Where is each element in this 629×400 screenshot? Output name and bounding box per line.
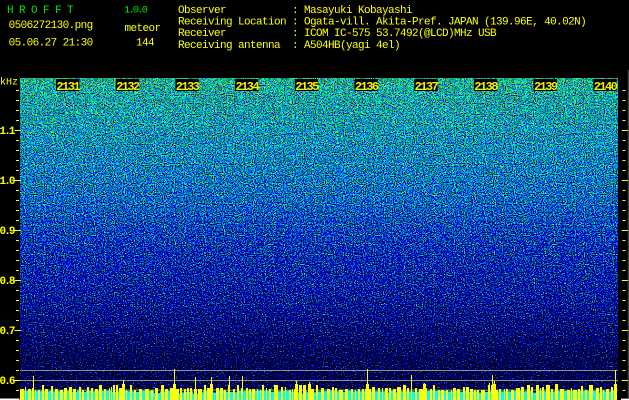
svg-text:0.7: 0.7	[0, 326, 15, 338]
svg-text:0.8: 0.8	[0, 276, 16, 288]
svg-text:1.1: 1.1	[0, 126, 16, 138]
svg-text:2136: 2136	[355, 80, 379, 94]
svg-text:0.6: 0.6	[0, 376, 15, 388]
svg-text:Receiving antenna : A504HB(ya: Receiving antenna : A504HB(yagi 4el)	[178, 40, 400, 52]
svg-text:HROFFT: HROFFT	[7, 5, 79, 17]
svg-text:meteor: meteor	[125, 23, 161, 35]
svg-text:1.0.0: 1.0.0	[124, 5, 148, 17]
svg-text:Receiver : ICOM IC-5: Receiver : ICOM IC-575 53.7492(@LCD)MHz …	[178, 28, 497, 40]
svg-text:kHz: kHz	[0, 77, 18, 89]
svg-text:0.9: 0.9	[0, 226, 15, 238]
svg-text:2138: 2138	[474, 80, 498, 94]
svg-text:2139: 2139	[534, 80, 558, 94]
svg-text:2137: 2137	[415, 80, 439, 94]
svg-text:2135: 2135	[295, 80, 319, 94]
svg-text:2134: 2134	[235, 80, 259, 94]
svg-text:0506272130.png: 0506272130.png	[9, 20, 93, 32]
svg-text:144: 144	[136, 38, 155, 50]
svg-text:Observer : Masayuki: Observer : Masayuki Kobayashi	[178, 5, 413, 17]
svg-text:2132: 2132	[116, 80, 140, 94]
svg-text:2131: 2131	[56, 80, 80, 94]
svg-text:Receiving Location : Ogata-vil: Receiving Location : Ogata-vill. Akita-P…	[178, 17, 586, 29]
svg-text:05.06.27 21:30: 05.06.27 21:30	[9, 38, 93, 50]
svg-text:2133: 2133	[176, 80, 200, 94]
svg-text:1.0: 1.0	[0, 176, 15, 188]
svg-text:2140: 2140	[594, 80, 618, 94]
